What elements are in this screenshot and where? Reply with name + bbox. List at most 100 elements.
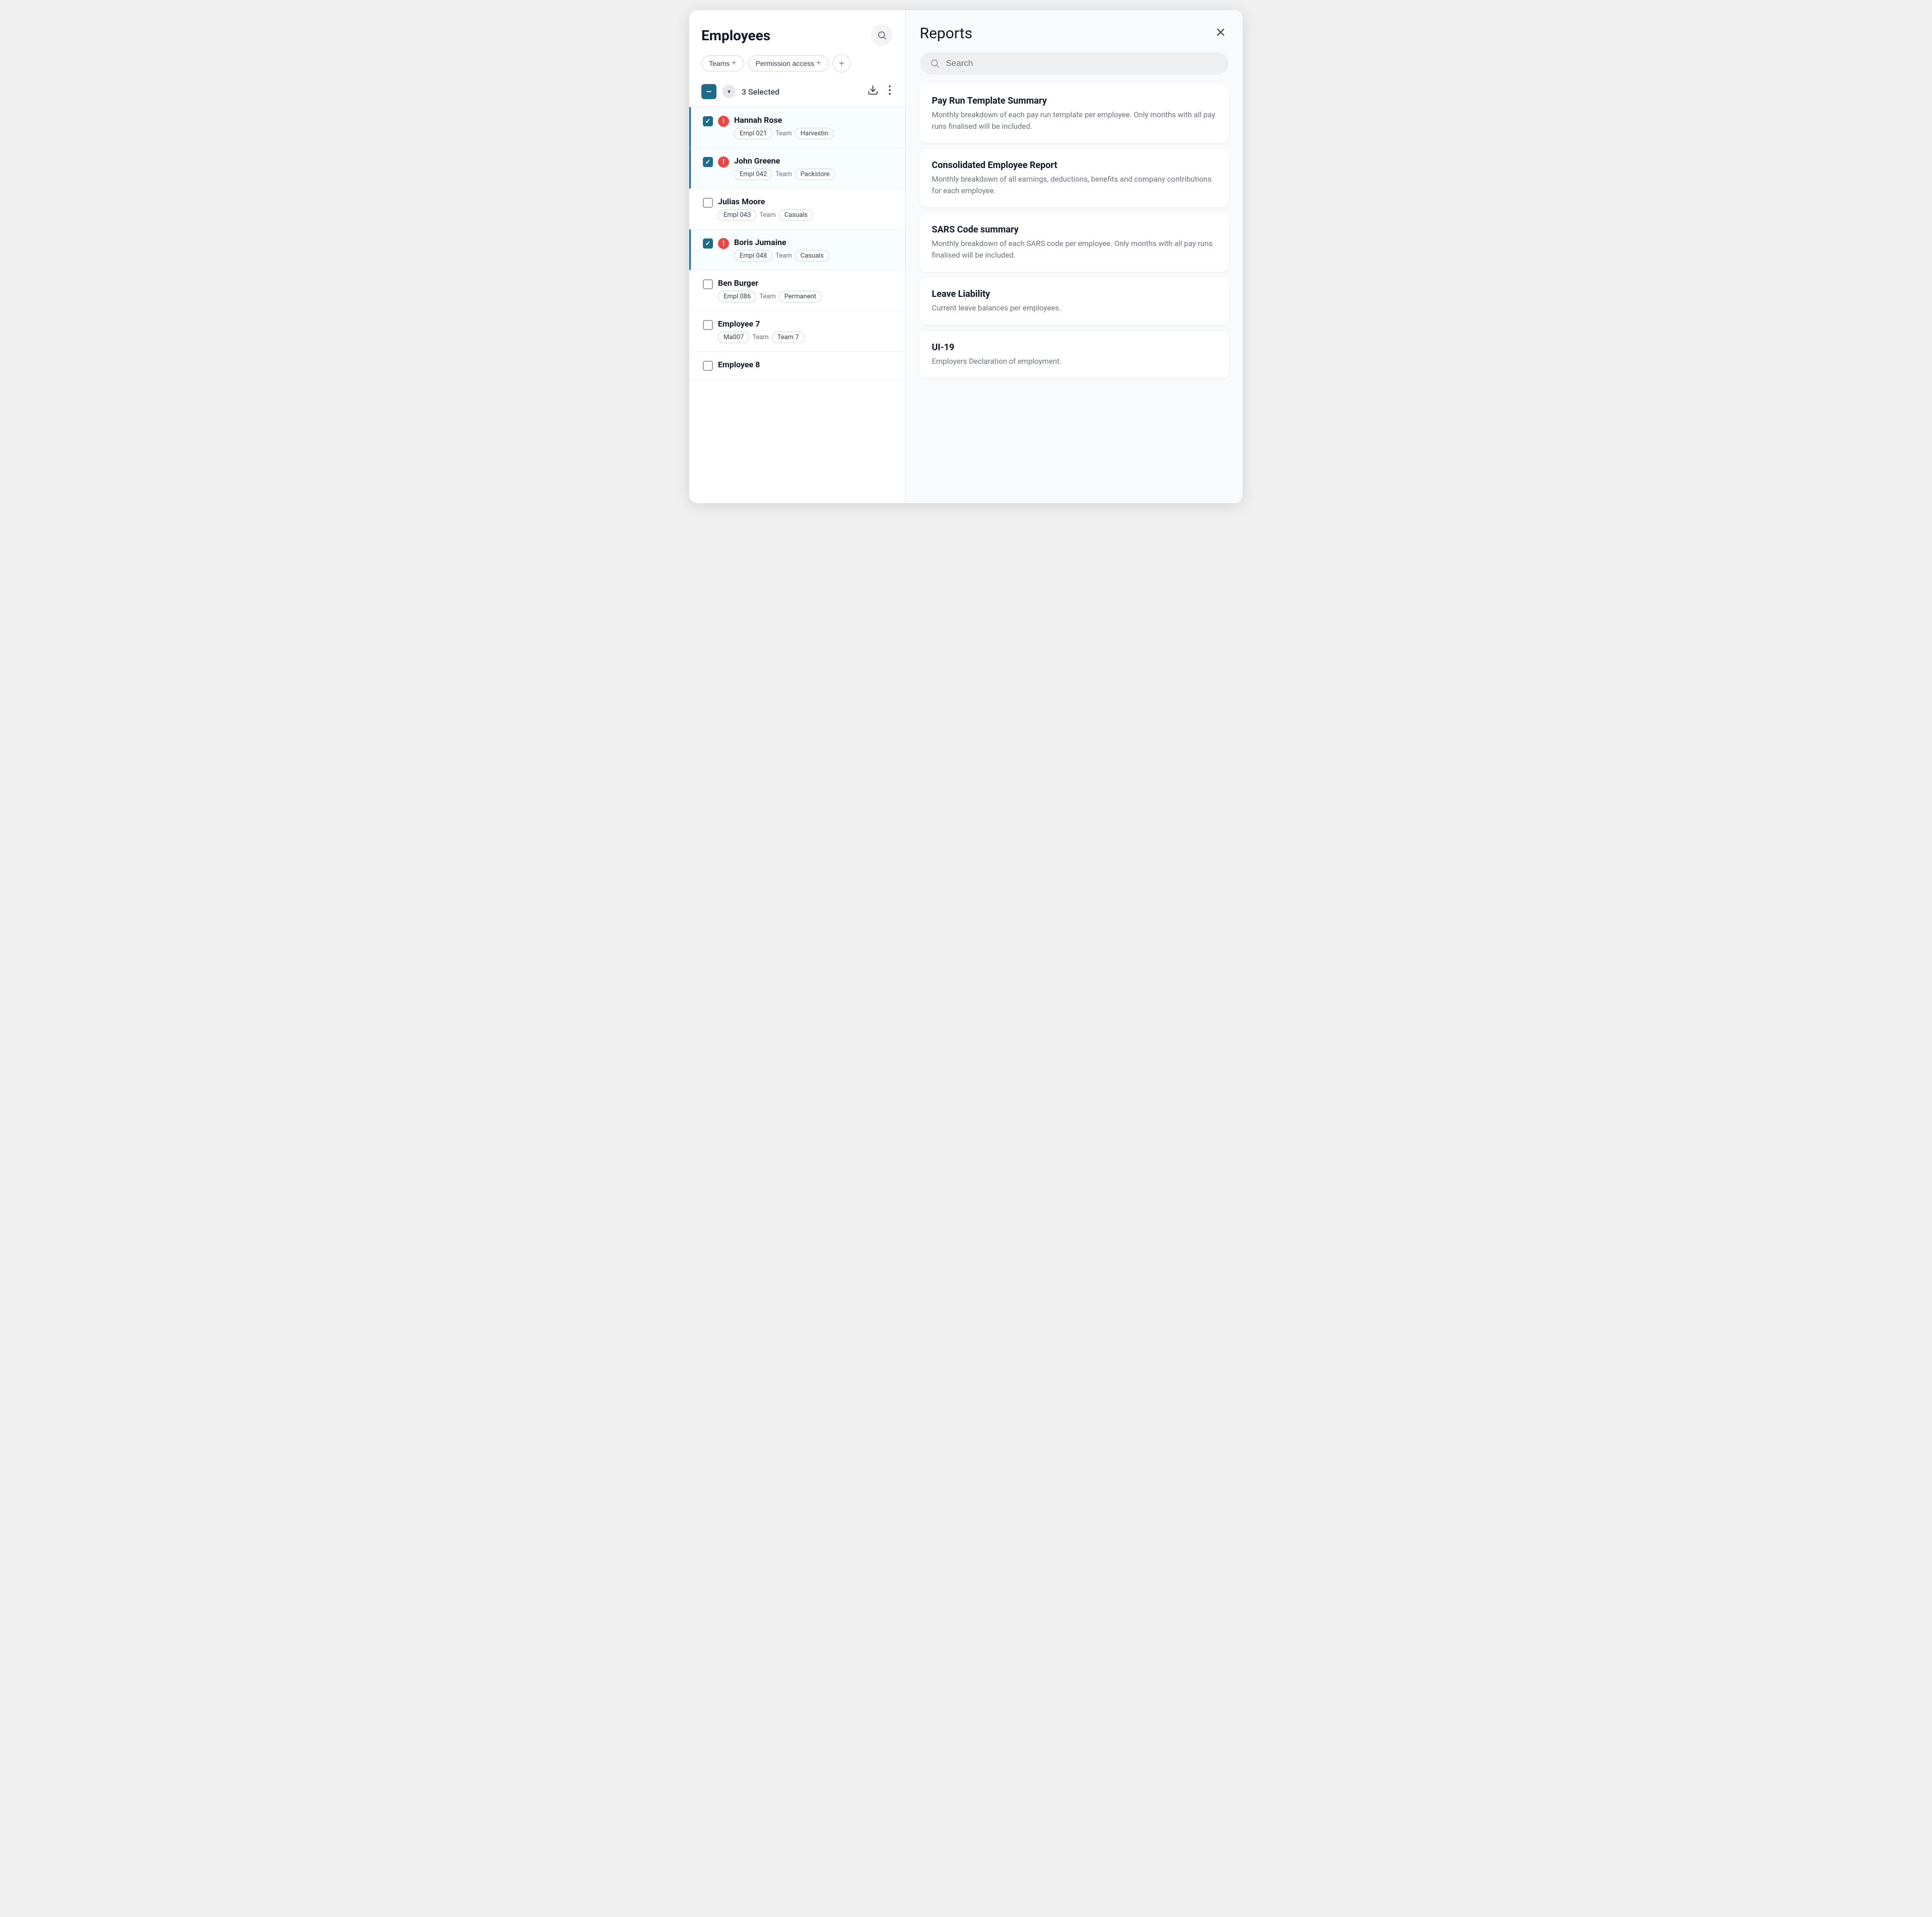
report-card-description: Current leave balances per employees. <box>932 302 1217 314</box>
report-card-title: Pay Run Template Summary <box>932 96 1217 106</box>
employee-name: Employee 8 <box>718 360 893 369</box>
team-tag: Team 7 <box>772 332 804 343</box>
teams-filter-plus-icon: + <box>732 59 736 68</box>
team-label: Team <box>775 252 792 260</box>
team-label: Team <box>775 171 792 178</box>
employee-tags: Empl 043TeamCasuals <box>718 209 893 221</box>
report-card[interactable]: SARS Code summary Monthly breakdown of ea… <box>920 213 1229 272</box>
employee-checkbox[interactable] <box>703 116 713 126</box>
left-header: Employees <box>689 10 905 54</box>
employees-list: !Hannah RoseEmpl 021TeamHarvestin!John G… <box>689 107 905 503</box>
search-bar-icon <box>930 58 940 68</box>
employee-tags: Empl 042TeamPackstore <box>734 169 893 180</box>
deselect-all-button[interactable]: − <box>701 84 716 99</box>
team-tag: Harvestin <box>795 128 834 139</box>
employee-row[interactable]: Employee 7 Ma007TeamTeam 7 <box>689 311 905 352</box>
chevron-down-icon: ▾ <box>728 88 731 95</box>
employee-row[interactable]: ! Boris Jumaine Empl 048TeamCasuals <box>689 229 905 270</box>
download-icon <box>867 85 878 96</box>
employee-info: Boris Jumaine Empl 048TeamCasuals <box>734 237 893 262</box>
report-card-description: Employers Declaration of employment. <box>932 356 1217 367</box>
team-label: Team <box>775 130 792 137</box>
report-card[interactable]: Pay Run Template Summary Monthly breakdow… <box>920 85 1229 143</box>
employee-info: John Greene Empl 042TeamPackstore <box>734 156 893 180</box>
employee-info: Ben Burger Empl 086TeamPermanent <box>718 278 893 302</box>
main-container: Employees Teams + Permission access + + <box>689 10 1243 503</box>
filter-bar: Teams + Permission access + + <box>689 54 905 78</box>
teams-filter-chip[interactable]: Teams + <box>701 55 744 71</box>
selected-count-label: 3 Selected <box>742 87 859 97</box>
report-card-description: Monthly breakdown of each pay run templa… <box>932 109 1217 132</box>
search-icon <box>877 30 887 40</box>
employee-tags: Ma007TeamTeam 7 <box>718 332 893 343</box>
employee-info: Employee 7 Ma007TeamTeam 7 <box>718 319 893 343</box>
alert-icon: ! <box>718 156 729 168</box>
more-filters-button[interactable]: + <box>833 54 851 72</box>
reports-header: Reports <box>920 24 1229 42</box>
employee-checkbox[interactable] <box>703 238 713 249</box>
report-card-description: Monthly breakdown of each SARS code per … <box>932 238 1217 261</box>
permission-filter-chip[interactable]: Permission access + <box>748 55 829 71</box>
plus-icon: + <box>839 58 844 69</box>
employee-tags: Empl 048TeamCasuals <box>734 250 893 262</box>
teams-filter-label: Teams <box>709 59 730 67</box>
employee-name: Employee 7 <box>718 319 893 329</box>
close-button[interactable] <box>1213 24 1229 42</box>
report-card[interactable]: Leave Liability Current leave balances pe… <box>920 278 1229 325</box>
employee-id-tag: Empl 043 <box>718 209 756 221</box>
team-label: Team <box>759 293 776 300</box>
minus-icon: − <box>706 87 712 97</box>
report-card[interactable]: Consolidated Employee Report Monthly brea… <box>920 149 1229 207</box>
employee-row[interactable]: Julias Moore Empl 043TeamCasuals <box>689 189 905 229</box>
alert-icon: ! <box>718 116 729 127</box>
report-card-title: UI-19 <box>932 342 1217 353</box>
employee-name: Julias Moore <box>718 197 893 206</box>
team-tag: Packstore <box>795 169 835 180</box>
employee-name: Ben Burger <box>718 278 893 288</box>
employees-panel: Employees Teams + Permission access + + <box>689 10 906 503</box>
employee-id-tag: Empl 042 <box>734 169 772 180</box>
close-icon <box>1215 26 1227 38</box>
page-title: Employees <box>701 27 770 44</box>
employee-checkbox[interactable] <box>703 361 713 371</box>
alert-icon: ! <box>718 238 729 249</box>
employee-checkbox[interactable] <box>703 157 713 167</box>
employee-name: Boris Jumaine <box>734 237 893 247</box>
report-card-title: Leave Liability <box>932 289 1217 299</box>
employee-row[interactable]: ! John Greene Empl 042TeamPackstore <box>689 148 905 189</box>
employee-checkbox[interactable] <box>703 198 713 208</box>
more-vertical-icon <box>889 85 891 96</box>
report-card-title: SARS Code summary <box>932 224 1217 235</box>
report-card-description: Monthly breakdown of all earnings, deduc… <box>932 174 1217 196</box>
search-button[interactable] <box>871 24 893 46</box>
employee-row[interactable]: Ben Burger Empl 086TeamPermanent <box>689 270 905 311</box>
selection-dropdown-button[interactable]: ▾ <box>722 85 736 98</box>
team-label: Team <box>752 334 769 341</box>
employee-id-tag: Empl 021 <box>734 128 772 139</box>
employee-row[interactable]: Employee 8 <box>689 352 905 381</box>
employee-id-tag: Empl 048 <box>734 250 772 262</box>
employee-name: John Greene <box>734 156 893 166</box>
employee-tags: Empl 021TeamHarvestin <box>734 128 893 139</box>
employee-name: Hannah Rose <box>734 115 893 125</box>
reports-title: Reports <box>920 25 973 42</box>
report-card-title: Consolidated Employee Report <box>932 160 1217 171</box>
employee-info: Employee 8 <box>718 360 893 372</box>
employee-tags: Empl 086TeamPermanent <box>718 291 893 302</box>
selection-bar: − ▾ 3 Selected <box>689 78 905 107</box>
reports-search-input[interactable] <box>946 58 1219 68</box>
employee-info: Julias Moore Empl 043TeamCasuals <box>718 197 893 221</box>
reports-search-bar[interactable] <box>920 52 1229 74</box>
employee-info: Hannah Rose Empl 021TeamHarvestin <box>734 115 893 139</box>
more-actions-button[interactable] <box>887 83 893 101</box>
employee-checkbox[interactable] <box>703 279 713 289</box>
employee-id-tag: Ma007 <box>718 332 749 343</box>
employee-checkbox[interactable] <box>703 320 713 330</box>
employee-row[interactable]: ! Hannah Rose Empl 021TeamHarvestin <box>689 107 905 148</box>
team-label: Team <box>759 211 776 219</box>
download-button[interactable] <box>865 83 880 101</box>
permission-filter-label: Permission access <box>756 59 815 67</box>
report-card[interactable]: UI-19 Employers Declaration of employment… <box>920 331 1229 378</box>
team-tag: Casuals <box>779 209 813 221</box>
team-tag: Casuals <box>795 250 829 262</box>
